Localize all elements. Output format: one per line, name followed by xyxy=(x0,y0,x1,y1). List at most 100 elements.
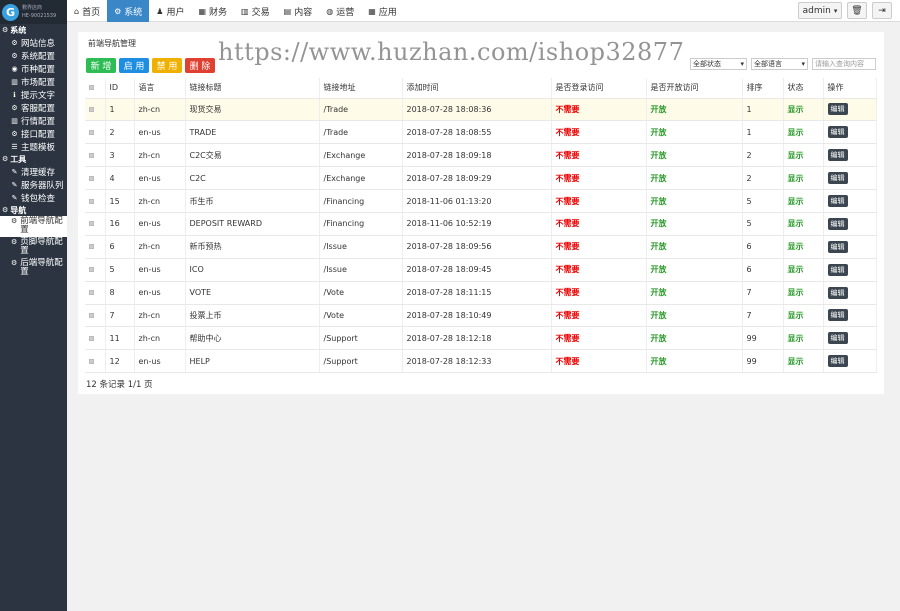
edit-button[interactable]: 编辑 xyxy=(827,149,848,162)
tab-label: 系统 xyxy=(124,7,143,18)
row-actions: 编辑 xyxy=(823,235,877,259)
sidebar-item[interactable]: ✎ 钱包检查 xyxy=(0,191,67,204)
row-checkbox[interactable] xyxy=(89,129,94,135)
sidebar-item[interactable]: ✎ 服务器队列 xyxy=(0,178,67,191)
tab-grid[interactable]: ▦ 应用 xyxy=(361,0,404,22)
table-row[interactable]: 5 en-us ICO/Issue 2018-07-28 18:09:45 不需要 开放 6… xyxy=(85,258,877,282)
logout-button[interactable]: ⇥ xyxy=(872,2,892,19)
row-status: 显示 xyxy=(783,258,824,282)
home-icon: ⌂ xyxy=(74,6,80,16)
row-checkbox[interactable] xyxy=(89,152,94,158)
row-actions: 编辑 xyxy=(823,212,877,236)
row-checkbox[interactable] xyxy=(89,358,94,364)
edit-button[interactable]: 编辑 xyxy=(827,309,848,322)
language-select[interactable]: 全部语言 ▾ xyxy=(751,58,808,70)
row-checkbox[interactable] xyxy=(89,244,94,250)
row-checkbox[interactable] xyxy=(89,198,94,204)
status-select[interactable]: 全部状态 ▾ xyxy=(690,58,747,70)
sidebar-item[interactable]: ⚙ 接口配置 xyxy=(0,127,67,140)
row-checkbox[interactable] xyxy=(89,175,94,181)
row-actions: 编辑 xyxy=(823,143,877,168)
edit-button[interactable]: 编辑 xyxy=(827,195,848,207)
edit-button[interactable]: 编辑 xyxy=(827,263,848,276)
table-row[interactable]: 15 zh-cn 币生币/Financing 2018-11-06 01:13:20 不… xyxy=(85,189,877,213)
table-row[interactable]: 8 en-us VOTE/Vote 2018-07-28 18:11:15 不需要 开放 7… xyxy=(85,281,877,305)
table-row[interactable]: 11 zh-cn 帮助中心/Support 2018-07-28 18:12:18 不需… xyxy=(85,326,877,351)
row-checkbox-cell xyxy=(85,189,106,213)
row-checkbox[interactable] xyxy=(89,312,94,318)
row-title: C2C交易 xyxy=(185,143,320,168)
bar-chart-icon: ▥ xyxy=(241,6,249,16)
tab-gear[interactable]: ⚙ 系统 xyxy=(107,0,150,22)
search-input[interactable]: 请输入查询内容 xyxy=(812,58,876,70)
gear-icon: ⚙ xyxy=(11,103,18,112)
tab-label: 财务 xyxy=(209,7,228,18)
edit-button[interactable]: 编辑 xyxy=(827,103,848,116)
row-id: 3 xyxy=(105,143,135,168)
tab-user[interactable]: ♟ 用户 xyxy=(149,0,191,22)
table-row[interactable]: 6 zh-cn 新币预热/Issue 2018-07-28 18:09:56 不需要 开放… xyxy=(85,235,877,259)
sidebar-item-label: 清理缓存 xyxy=(21,167,56,178)
sidebar-item[interactable]: ▥ 行情配置 xyxy=(0,114,67,127)
add-button[interactable]: 新 增 xyxy=(86,58,116,73)
row-checkbox[interactable] xyxy=(89,267,94,273)
delete-button[interactable]: 删 除 xyxy=(185,58,215,73)
edit-button[interactable]: 编辑 xyxy=(827,172,848,185)
row-checkbox[interactable] xyxy=(89,221,94,227)
sidebar-section[interactable]: ⚙ 工具 xyxy=(0,153,67,165)
row-checkbox[interactable] xyxy=(89,106,94,112)
bar-chart-icon: ▥ xyxy=(11,116,18,125)
sidebar-item[interactable]: ✎ 清理缓存 xyxy=(0,165,67,178)
row-checkbox-cell xyxy=(85,349,106,374)
row-added-time: 2018-07-28 18:08:36 xyxy=(402,98,552,122)
table-row[interactable]: 3 zh-cn C2C交易/Exchange 2018-07-28 18:09:18 不… xyxy=(85,143,877,168)
select-all-checkbox[interactable] xyxy=(89,85,94,91)
edit-button[interactable]: 编辑 xyxy=(827,355,848,368)
row-sort: 7 xyxy=(742,281,784,305)
user-icon: ♟ xyxy=(156,6,164,16)
tab-document[interactable]: ▤ 内容 xyxy=(277,0,320,22)
tab-home[interactable]: ⌂ 首页 xyxy=(67,0,107,22)
sidebar-item[interactable]: ⚙ 系统配置 xyxy=(0,49,67,62)
enable-button[interactable]: 启 用 xyxy=(119,58,149,73)
row-checkbox[interactable] xyxy=(89,335,94,341)
sidebar-section[interactable]: ⚙ 导航 xyxy=(0,204,67,216)
edit-button[interactable]: 编辑 xyxy=(827,240,848,253)
row-actions: 编辑 xyxy=(823,120,877,145)
sidebar-item[interactable]: ⚙ 前端导航配置 xyxy=(0,216,67,237)
edit-button[interactable]: 编辑 xyxy=(827,217,848,230)
table-row[interactable]: 12 en-us HELP/Support 2018-07-28 18:12:33 不需… xyxy=(85,349,877,374)
row-login-required: 不需要 xyxy=(551,304,647,328)
sidebar-item[interactable]: ◉ 币种配置 xyxy=(0,62,67,75)
tab-bar-chart[interactable]: ▥ 交易 xyxy=(234,0,277,22)
table-row[interactable]: 2 en-us TRADE/Trade 2018-07-28 18:08:55 不需要开… xyxy=(85,120,877,145)
table-row[interactable]: 1 zh-cn 现货交易/Trade 2018-07-28 18:08:36 不需要 开放… xyxy=(85,98,877,122)
table-row[interactable]: 4 en-us C2C/Exchange 2018-07-28 18:09:29 不需要… xyxy=(85,166,877,191)
sidebar-item[interactable]: ⚙ 后端导航配置 xyxy=(0,258,67,279)
trash-button[interactable]: 🗑 xyxy=(847,2,867,19)
tab-table[interactable]: ▦ 财务 xyxy=(191,0,234,22)
row-added-time: 2018-07-28 18:12:33 xyxy=(402,349,552,374)
row-sort: 6 xyxy=(742,235,784,259)
edit-button[interactable]: 编辑 xyxy=(827,126,848,139)
sidebar-item[interactable]: ⚙ 网站信息 xyxy=(0,36,67,49)
edit-button[interactable]: 编辑 xyxy=(827,332,848,345)
admin-dropdown[interactable]: admin ▾ xyxy=(798,2,842,19)
row-checkbox[interactable] xyxy=(89,290,94,296)
table-row[interactable]: 16 en-us DEPOSIT REWARD/Financing 2018-11-0… xyxy=(85,212,877,236)
disable-button[interactable]: 禁 用 xyxy=(152,58,182,73)
sidebar-section[interactable]: ⚙ 系统 xyxy=(0,24,67,36)
sidebar-item[interactable]: ℹ 提示文字 xyxy=(0,88,67,101)
edit-button[interactable]: 编辑 xyxy=(827,286,848,299)
row-url: /Exchange xyxy=(319,166,403,191)
sidebar-item[interactable]: ☰ 主题模板 xyxy=(0,140,67,153)
table-row[interactable]: 7 zh-cn 投票上币/Vote 2018-07-28 18:10:49 不需要 开放 7… xyxy=(85,304,877,328)
sidebar: G 數界店商 HE-90021539 ⚙ 系统 ⚙ 网站信息 ⚙ 系统配置 ◉ 币种配置 ▥ 市场… xyxy=(0,0,67,611)
tab-globe[interactable]: ◍ 运营 xyxy=(319,0,361,22)
sidebar-item[interactable]: ⚙ 客服配置 xyxy=(0,101,67,114)
sidebar-item[interactable]: ▥ 市场配置 xyxy=(0,75,67,88)
gear-icon: ⚙ xyxy=(11,129,18,138)
table-icon: ▦ xyxy=(198,6,207,16)
sidebar-item[interactable]: ⚙ 页脚导航配置 xyxy=(0,237,67,258)
row-language: zh-cn xyxy=(134,143,186,168)
